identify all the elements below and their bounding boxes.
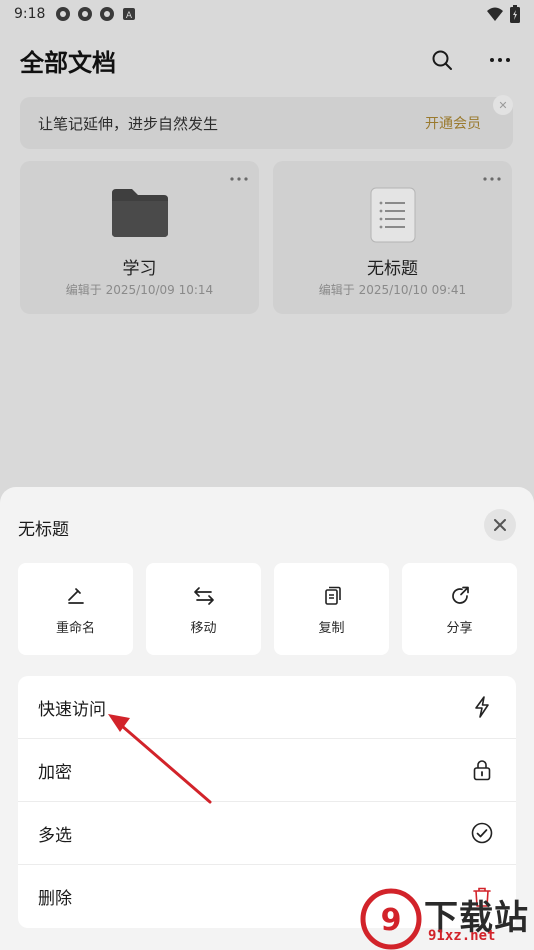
status-time: 9:18 — [14, 6, 46, 22]
promo-banner[interactable]: 让笔记延伸，进步自然发生 开通会员 ✕ — [20, 95, 513, 149]
document-icon — [370, 187, 415, 243]
move-icon — [193, 587, 214, 605]
rename-icon — [67, 588, 84, 604]
folder-card[interactable]: 学习 编辑于 2025/10/09 10:14 — [20, 161, 259, 314]
promo-close-button[interactable]: ✕ — [493, 95, 513, 115]
menu-item-encrypt[interactable]: 加密 — [18, 739, 516, 802]
promo-text: 让笔记延伸，进步自然发生 — [38, 114, 219, 133]
header-actions — [428, 46, 514, 74]
status-bar: 9:18 A — [0, 0, 534, 28]
share-icon — [451, 586, 469, 604]
tile-label: 移动 — [190, 621, 217, 636]
more-button[interactable] — [486, 46, 514, 74]
watermark: 9 下载站 91xz.net — [360, 888, 534, 950]
lightning-icon — [475, 696, 489, 718]
wifi-icon — [487, 7, 503, 21]
menu-item-quick-access[interactable]: 快速访问 — [18, 676, 516, 739]
card-more-button[interactable] — [229, 171, 249, 187]
menu-item-label: 加密 — [38, 762, 72, 783]
membership-link[interactable]: 开通会员 — [425, 113, 481, 133]
more-icon — [483, 177, 501, 181]
card-meta: 编辑于 2025/10/10 09:41 — [318, 283, 467, 297]
notification-icons: A — [55, 6, 137, 22]
close-icon: ✕ — [498, 98, 508, 112]
folder-icon — [111, 189, 168, 237]
svg-text:9: 9 — [381, 903, 402, 938]
battery-icon — [510, 5, 520, 23]
share-button[interactable]: 分享 — [402, 563, 517, 655]
app-icon — [78, 7, 93, 21]
watermark-logo: 9 — [360, 888, 422, 950]
copy-icon — [324, 586, 341, 605]
more-icon — [490, 58, 510, 62]
app-header: 全部文档 — [20, 40, 514, 80]
tile-label: 重命名 — [55, 621, 95, 636]
status-right — [486, 5, 520, 23]
sheet-close-button[interactable] — [484, 509, 516, 541]
document-card[interactable]: 无标题 编辑于 2025/10/10 09:41 — [273, 161, 512, 314]
tile-label: 复制 — [318, 621, 345, 636]
watermark-url: 91xz.net — [428, 928, 496, 944]
sheet-title: 无标题 — [18, 520, 69, 540]
copy-button[interactable]: 复制 — [274, 563, 389, 655]
action-sheet: 无标题 重命名 移动 复制 分享 快速访问 加密 多选 删除 — [0, 487, 534, 950]
card-name: 无标题 — [367, 259, 418, 279]
menu-item-multi-select[interactable]: 多选 — [18, 802, 516, 865]
tile-label: 分享 — [446, 621, 473, 636]
a-icon: A — [123, 8, 136, 21]
menu-item-label: 删除 — [38, 889, 72, 909]
more-icon — [230, 177, 248, 181]
menu-item-label: 多选 — [38, 825, 72, 846]
card-meta: 编辑于 2025/10/09 10:14 — [65, 283, 214, 297]
app-icon — [100, 7, 115, 21]
svg-text:A: A — [126, 11, 133, 21]
app-icon — [56, 7, 71, 21]
menu-item-label: 快速访问 — [38, 699, 106, 720]
lock-icon — [473, 760, 491, 781]
move-button[interactable]: 移动 — [146, 563, 261, 655]
search-icon — [432, 50, 452, 70]
page-title: 全部文档 — [20, 48, 116, 77]
card-more-button[interactable] — [482, 171, 502, 187]
rename-button[interactable]: 重命名 — [18, 563, 133, 655]
check-circle-icon — [471, 822, 493, 844]
card-name: 学习 — [122, 259, 157, 279]
search-button[interactable] — [428, 46, 456, 74]
close-icon — [494, 519, 506, 531]
